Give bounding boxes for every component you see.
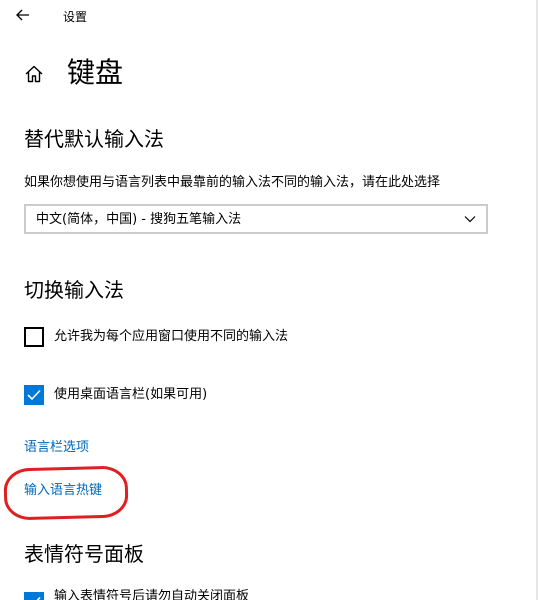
- checkmark-icon: [36, 596, 41, 600]
- language-bar-options-link[interactable]: 语言栏选项: [24, 439, 89, 457]
- emoji-panel-checkbox-label: 输入表情符号后请勿自动关闭面板: [54, 589, 250, 600]
- emoji-panel-checkbox[interactable]: [24, 592, 44, 600]
- back-button[interactable]: [10, 4, 38, 28]
- override-description: 如果你想使用与语言列表中最靠前的输入法不同的输入法，请在此处选择: [24, 175, 441, 190]
- chevron-down-icon: [464, 216, 476, 223]
- red-circle-annotation: [3, 465, 129, 521]
- override-section-title: 替代默认输入法: [24, 127, 164, 151]
- input-method-dropdown[interactable]: 中文(简体，中国) - 搜狗五笔输入法: [24, 204, 488, 234]
- page-title: 键盘: [67, 56, 124, 89]
- per-app-input-label: 允许我为每个应用窗口使用不同的输入法: [54, 329, 289, 344]
- checkmark-icon: [27, 389, 41, 401]
- emoji-section-title: 表情符号面板: [24, 542, 144, 566]
- desktop-language-bar-label: 使用桌面语言栏(如果可用): [54, 387, 208, 402]
- per-app-input-checkbox[interactable]: [24, 327, 44, 347]
- title-bar: 设置: [0, 0, 538, 34]
- arrow-left-icon: [16, 9, 29, 21]
- app-title: 设置: [63, 10, 88, 24]
- desktop-language-bar-checkbox[interactable]: [24, 385, 44, 405]
- dropdown-selected-value: 中文(简体，中国) - 搜狗五笔输入法: [36, 212, 242, 227]
- settings-window: 设置 键盘 替代默认输入法 如果你想使用与语言列表中最靠前的输入法不同的输入法，…: [0, 0, 538, 600]
- home-icon[interactable]: [24, 64, 44, 84]
- switching-section-title: 切换输入法: [24, 278, 124, 302]
